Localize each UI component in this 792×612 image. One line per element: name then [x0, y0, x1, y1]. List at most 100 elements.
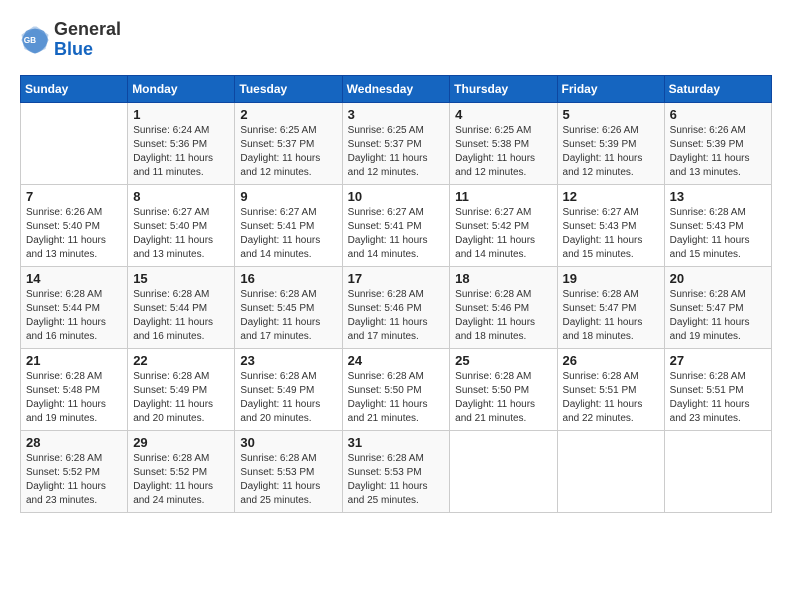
- day-number: 4: [455, 107, 551, 122]
- calendar-cell: 19 Sunrise: 6:28 AMSunset: 5:47 PMDaylig…: [557, 266, 664, 348]
- calendar-cell: 7 Sunrise: 6:26 AMSunset: 5:40 PMDayligh…: [21, 184, 128, 266]
- day-number: 6: [670, 107, 766, 122]
- calendar-cell: 12 Sunrise: 6:27 AMSunset: 5:43 PMDaylig…: [557, 184, 664, 266]
- day-info: Sunrise: 6:28 AMSunset: 5:44 PMDaylight:…: [26, 288, 122, 344]
- day-info: Sunrise: 6:26 AMSunset: 5:40 PMDaylight:…: [26, 206, 122, 262]
- day-number: 11: [455, 189, 551, 204]
- day-info: Sunrise: 6:28 AMSunset: 5:51 PMDaylight:…: [563, 370, 659, 426]
- calendar-cell: 3 Sunrise: 6:25 AMSunset: 5:37 PMDayligh…: [342, 102, 450, 184]
- day-info: Sunrise: 6:28 AMSunset: 5:50 PMDaylight:…: [348, 370, 445, 426]
- day-info: Sunrise: 6:28 AMSunset: 5:48 PMDaylight:…: [26, 370, 122, 426]
- day-info: Sunrise: 6:27 AMSunset: 5:40 PMDaylight:…: [133, 206, 229, 262]
- day-info: Sunrise: 6:28 AMSunset: 5:47 PMDaylight:…: [563, 288, 659, 344]
- day-info: Sunrise: 6:28 AMSunset: 5:47 PMDaylight:…: [670, 288, 766, 344]
- day-info: Sunrise: 6:28 AMSunset: 5:49 PMDaylight:…: [133, 370, 229, 426]
- calendar-cell: 6 Sunrise: 6:26 AMSunset: 5:39 PMDayligh…: [664, 102, 771, 184]
- day-info: Sunrise: 6:28 AMSunset: 5:46 PMDaylight:…: [455, 288, 551, 344]
- calendar-week-row: 21 Sunrise: 6:28 AMSunset: 5:48 PMDaylig…: [21, 348, 772, 430]
- day-info: Sunrise: 6:25 AMSunset: 5:37 PMDaylight:…: [240, 124, 336, 180]
- calendar-cell: 24 Sunrise: 6:28 AMSunset: 5:50 PMDaylig…: [342, 348, 450, 430]
- day-number: 31: [348, 435, 445, 450]
- day-info: Sunrise: 6:28 AMSunset: 5:52 PMDaylight:…: [133, 452, 229, 508]
- day-number: 29: [133, 435, 229, 450]
- calendar-week-row: 14 Sunrise: 6:28 AMSunset: 5:44 PMDaylig…: [21, 266, 772, 348]
- day-info: Sunrise: 6:28 AMSunset: 5:51 PMDaylight:…: [670, 370, 766, 426]
- day-info: Sunrise: 6:28 AMSunset: 5:53 PMDaylight:…: [240, 452, 336, 508]
- day-number: 26: [563, 353, 659, 368]
- header-friday: Friday: [557, 75, 664, 102]
- calendar-cell: 29 Sunrise: 6:28 AMSunset: 5:52 PMDaylig…: [128, 430, 235, 512]
- day-number: 16: [240, 271, 336, 286]
- page-header: GB General Blue: [20, 20, 772, 60]
- day-number: 28: [26, 435, 122, 450]
- day-number: 5: [563, 107, 659, 122]
- calendar-cell: 21 Sunrise: 6:28 AMSunset: 5:48 PMDaylig…: [21, 348, 128, 430]
- day-number: 22: [133, 353, 229, 368]
- calendar-table: SundayMondayTuesdayWednesdayThursdayFrid…: [20, 75, 772, 513]
- day-number: 7: [26, 189, 122, 204]
- day-number: 23: [240, 353, 336, 368]
- calendar-cell: 15 Sunrise: 6:28 AMSunset: 5:44 PMDaylig…: [128, 266, 235, 348]
- day-info: Sunrise: 6:28 AMSunset: 5:46 PMDaylight:…: [348, 288, 445, 344]
- calendar-cell: 25 Sunrise: 6:28 AMSunset: 5:50 PMDaylig…: [450, 348, 557, 430]
- logo-text: General Blue: [54, 20, 121, 60]
- day-number: 2: [240, 107, 336, 122]
- header-thursday: Thursday: [450, 75, 557, 102]
- calendar-cell: 11 Sunrise: 6:27 AMSunset: 5:42 PMDaylig…: [450, 184, 557, 266]
- calendar-cell: 14 Sunrise: 6:28 AMSunset: 5:44 PMDaylig…: [21, 266, 128, 348]
- calendar-cell: 10 Sunrise: 6:27 AMSunset: 5:41 PMDaylig…: [342, 184, 450, 266]
- day-number: 27: [670, 353, 766, 368]
- day-info: Sunrise: 6:26 AMSunset: 5:39 PMDaylight:…: [670, 124, 766, 180]
- day-number: 13: [670, 189, 766, 204]
- calendar-week-row: 1 Sunrise: 6:24 AMSunset: 5:36 PMDayligh…: [21, 102, 772, 184]
- calendar-cell: [21, 102, 128, 184]
- day-number: 12: [563, 189, 659, 204]
- calendar-cell: [664, 430, 771, 512]
- calendar-cell: 5 Sunrise: 6:26 AMSunset: 5:39 PMDayligh…: [557, 102, 664, 184]
- calendar-cell: 26 Sunrise: 6:28 AMSunset: 5:51 PMDaylig…: [557, 348, 664, 430]
- calendar-cell: 20 Sunrise: 6:28 AMSunset: 5:47 PMDaylig…: [664, 266, 771, 348]
- day-info: Sunrise: 6:27 AMSunset: 5:42 PMDaylight:…: [455, 206, 551, 262]
- header-wednesday: Wednesday: [342, 75, 450, 102]
- day-number: 8: [133, 189, 229, 204]
- logo: GB General Blue: [20, 20, 121, 60]
- logo-icon: GB: [20, 25, 50, 55]
- header-saturday: Saturday: [664, 75, 771, 102]
- day-number: 18: [455, 271, 551, 286]
- day-number: 10: [348, 189, 445, 204]
- calendar-cell: 30 Sunrise: 6:28 AMSunset: 5:53 PMDaylig…: [235, 430, 342, 512]
- calendar-cell: 1 Sunrise: 6:24 AMSunset: 5:36 PMDayligh…: [128, 102, 235, 184]
- day-info: Sunrise: 6:28 AMSunset: 5:50 PMDaylight:…: [455, 370, 551, 426]
- day-info: Sunrise: 6:28 AMSunset: 5:45 PMDaylight:…: [240, 288, 336, 344]
- day-info: Sunrise: 6:28 AMSunset: 5:44 PMDaylight:…: [133, 288, 229, 344]
- calendar-cell: 17 Sunrise: 6:28 AMSunset: 5:46 PMDaylig…: [342, 266, 450, 348]
- day-number: 20: [670, 271, 766, 286]
- header-monday: Monday: [128, 75, 235, 102]
- calendar-cell: 23 Sunrise: 6:28 AMSunset: 5:49 PMDaylig…: [235, 348, 342, 430]
- day-info: Sunrise: 6:28 AMSunset: 5:52 PMDaylight:…: [26, 452, 122, 508]
- calendar-cell: 8 Sunrise: 6:27 AMSunset: 5:40 PMDayligh…: [128, 184, 235, 266]
- calendar-week-row: 7 Sunrise: 6:26 AMSunset: 5:40 PMDayligh…: [21, 184, 772, 266]
- day-info: Sunrise: 6:28 AMSunset: 5:53 PMDaylight:…: [348, 452, 445, 508]
- day-info: Sunrise: 6:27 AMSunset: 5:43 PMDaylight:…: [563, 206, 659, 262]
- day-number: 25: [455, 353, 551, 368]
- calendar-cell: 2 Sunrise: 6:25 AMSunset: 5:37 PMDayligh…: [235, 102, 342, 184]
- day-number: 3: [348, 107, 445, 122]
- day-info: Sunrise: 6:25 AMSunset: 5:38 PMDaylight:…: [455, 124, 551, 180]
- calendar-cell: 22 Sunrise: 6:28 AMSunset: 5:49 PMDaylig…: [128, 348, 235, 430]
- calendar-cell: [557, 430, 664, 512]
- calendar-cell: 13 Sunrise: 6:28 AMSunset: 5:43 PMDaylig…: [664, 184, 771, 266]
- calendar-cell: [450, 430, 557, 512]
- calendar-week-row: 28 Sunrise: 6:28 AMSunset: 5:52 PMDaylig…: [21, 430, 772, 512]
- calendar-cell: 31 Sunrise: 6:28 AMSunset: 5:53 PMDaylig…: [342, 430, 450, 512]
- day-number: 21: [26, 353, 122, 368]
- day-number: 19: [563, 271, 659, 286]
- header-tuesday: Tuesday: [235, 75, 342, 102]
- svg-text:GB: GB: [24, 36, 36, 45]
- calendar-cell: 16 Sunrise: 6:28 AMSunset: 5:45 PMDaylig…: [235, 266, 342, 348]
- day-number: 1: [133, 107, 229, 122]
- day-info: Sunrise: 6:27 AMSunset: 5:41 PMDaylight:…: [348, 206, 445, 262]
- calendar-cell: 9 Sunrise: 6:27 AMSunset: 5:41 PMDayligh…: [235, 184, 342, 266]
- day-info: Sunrise: 6:24 AMSunset: 5:36 PMDaylight:…: [133, 124, 229, 180]
- day-number: 30: [240, 435, 336, 450]
